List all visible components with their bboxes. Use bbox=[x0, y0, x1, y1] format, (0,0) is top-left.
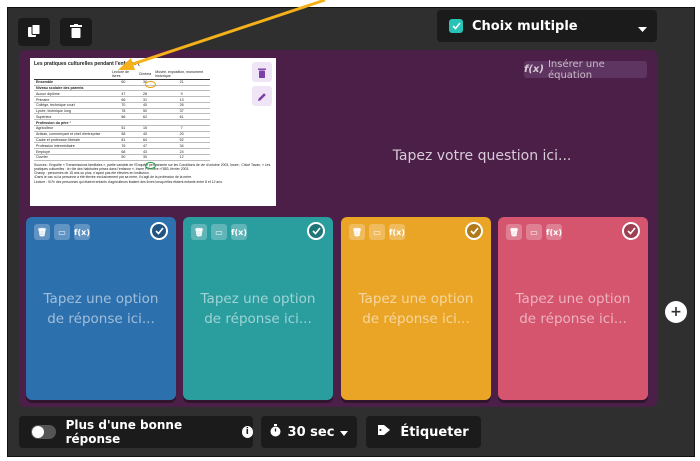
image-icon: ▭ bbox=[58, 227, 66, 237]
question-input[interactable]: Tapez votre question ici... bbox=[332, 148, 632, 164]
pencil-icon bbox=[257, 87, 267, 106]
caret-down-icon bbox=[638, 22, 647, 37]
trash-icon bbox=[70, 23, 82, 42]
answer-option-4: 🗑 ▭ f(x) Tapez une option de réponse ici… bbox=[498, 217, 648, 400]
equation-option-button[interactable]: f(x) bbox=[74, 224, 90, 240]
equation-option-button[interactable]: f(x) bbox=[389, 224, 405, 240]
multi-answer-toggle-bar: Plus d'une bonne réponse i bbox=[19, 416, 253, 448]
trash-icon: 🗑 bbox=[193, 227, 205, 237]
delete-option-button[interactable]: 🗑 bbox=[34, 224, 50, 240]
doc-table-row: Ouvrier 50 30 12 bbox=[34, 154, 210, 161]
copy-icon bbox=[27, 23, 41, 42]
multi-answer-toggle[interactable] bbox=[31, 425, 56, 439]
insert-equation-button[interactable]: f(x) Insérer une équation bbox=[524, 58, 647, 81]
correct-answer-toggle[interactable] bbox=[465, 222, 483, 240]
correct-answer-toggle[interactable] bbox=[307, 222, 325, 240]
time-label: 30 sec bbox=[287, 424, 335, 440]
highlight-circle-yellow bbox=[145, 81, 156, 88]
time-select[interactable]: 30 sec bbox=[261, 416, 357, 448]
delete-question-button[interactable] bbox=[60, 18, 92, 46]
equation-option-button[interactable]: f(x) bbox=[546, 224, 562, 240]
stopwatch-icon bbox=[270, 423, 281, 441]
trash-icon: 🗑 bbox=[351, 227, 363, 237]
doc-lecture: Lecture : 51% des personnes qui étaient … bbox=[34, 179, 223, 184]
annotation-arrow bbox=[118, 0, 326, 70]
check-icon bbox=[626, 227, 636, 235]
image-icon: ▭ bbox=[373, 227, 381, 237]
answer-option-1: 🗑 ▭ f(x) Tapez une option de réponse ici… bbox=[26, 217, 176, 400]
option-input[interactable]: Tapez une option de réponse ici... bbox=[508, 289, 638, 329]
option-input[interactable]: Tapez une option de réponse ici... bbox=[351, 289, 481, 329]
caret-down-icon bbox=[340, 425, 349, 440]
tag-button[interactable]: Étiqueter bbox=[366, 416, 481, 448]
delete-option-button[interactable]: 🗑 bbox=[506, 224, 522, 240]
doc-row-label: Ouvrier bbox=[34, 154, 110, 161]
highlight-circle-green bbox=[145, 162, 156, 169]
option-input[interactable]: Tapez une option de réponse ici... bbox=[193, 289, 323, 329]
delete-option-button[interactable]: 🗑 bbox=[191, 224, 207, 240]
doc-cell-value: 12 bbox=[153, 154, 210, 161]
multi-answer-label: Plus d'une bonne réponse bbox=[65, 418, 183, 446]
function-icon: f(x) bbox=[231, 227, 247, 237]
check-icon bbox=[154, 227, 164, 235]
equation-option-button[interactable]: f(x) bbox=[231, 224, 247, 240]
option-input[interactable]: Tapez une option de réponse ici... bbox=[36, 289, 166, 329]
insert-equation-label: Insérer une équation bbox=[547, 58, 605, 81]
answer-option-2: 🗑 ▭ f(x) Tapez une option de réponse ici… bbox=[183, 217, 333, 400]
plus-icon: + bbox=[670, 304, 682, 320]
correct-answer-toggle[interactable] bbox=[150, 222, 168, 240]
image-option-button[interactable]: ▭ bbox=[54, 224, 70, 240]
function-icon: f(x) bbox=[546, 227, 562, 237]
check-icon bbox=[311, 227, 321, 235]
tag-label: Étiqueter bbox=[400, 424, 469, 440]
trash-icon: 🗑 bbox=[508, 227, 520, 237]
image-option-button[interactable]: ▭ bbox=[211, 224, 227, 240]
delete-option-button[interactable]: 🗑 bbox=[349, 224, 365, 240]
doc-cell-value: 30 bbox=[136, 154, 154, 161]
check-icon bbox=[469, 227, 479, 235]
function-icon: f(x) bbox=[389, 227, 405, 237]
image-icon: ▭ bbox=[215, 227, 223, 237]
doc-header bbox=[34, 70, 110, 80]
doc-table: Lecture de livres Cinéma Musée, expositi… bbox=[34, 70, 210, 161]
function-icon: f(x) bbox=[74, 227, 90, 237]
image-option-button[interactable]: ▭ bbox=[526, 224, 542, 240]
correct-answer-toggle[interactable] bbox=[622, 222, 640, 240]
checkbox-icon bbox=[449, 19, 463, 33]
doc-cell-value: 50 bbox=[110, 154, 137, 161]
question-type-select[interactable]: Choix multiple bbox=[437, 10, 657, 42]
copy-button[interactable] bbox=[18, 18, 50, 46]
trash-icon: 🗑 bbox=[36, 227, 48, 237]
info-icon[interactable]: i bbox=[241, 426, 253, 438]
image-option-button[interactable]: ▭ bbox=[369, 224, 385, 240]
statistics-document: Les pratiques culturelles pendant l'enfa… bbox=[30, 58, 276, 206]
question-image[interactable]: Les pratiques culturelles pendant l'enfa… bbox=[30, 58, 276, 206]
answer-option-3: 🗑 ▭ f(x) Tapez une option de réponse ici… bbox=[341, 217, 491, 400]
add-option-button[interactable]: + bbox=[665, 301, 687, 323]
question-type-label: Choix multiple bbox=[472, 18, 578, 34]
image-icon: ▭ bbox=[530, 227, 538, 237]
function-icon: f(x) bbox=[524, 64, 544, 75]
tag-icon bbox=[378, 424, 392, 440]
edit-image-button[interactable] bbox=[252, 86, 272, 106]
